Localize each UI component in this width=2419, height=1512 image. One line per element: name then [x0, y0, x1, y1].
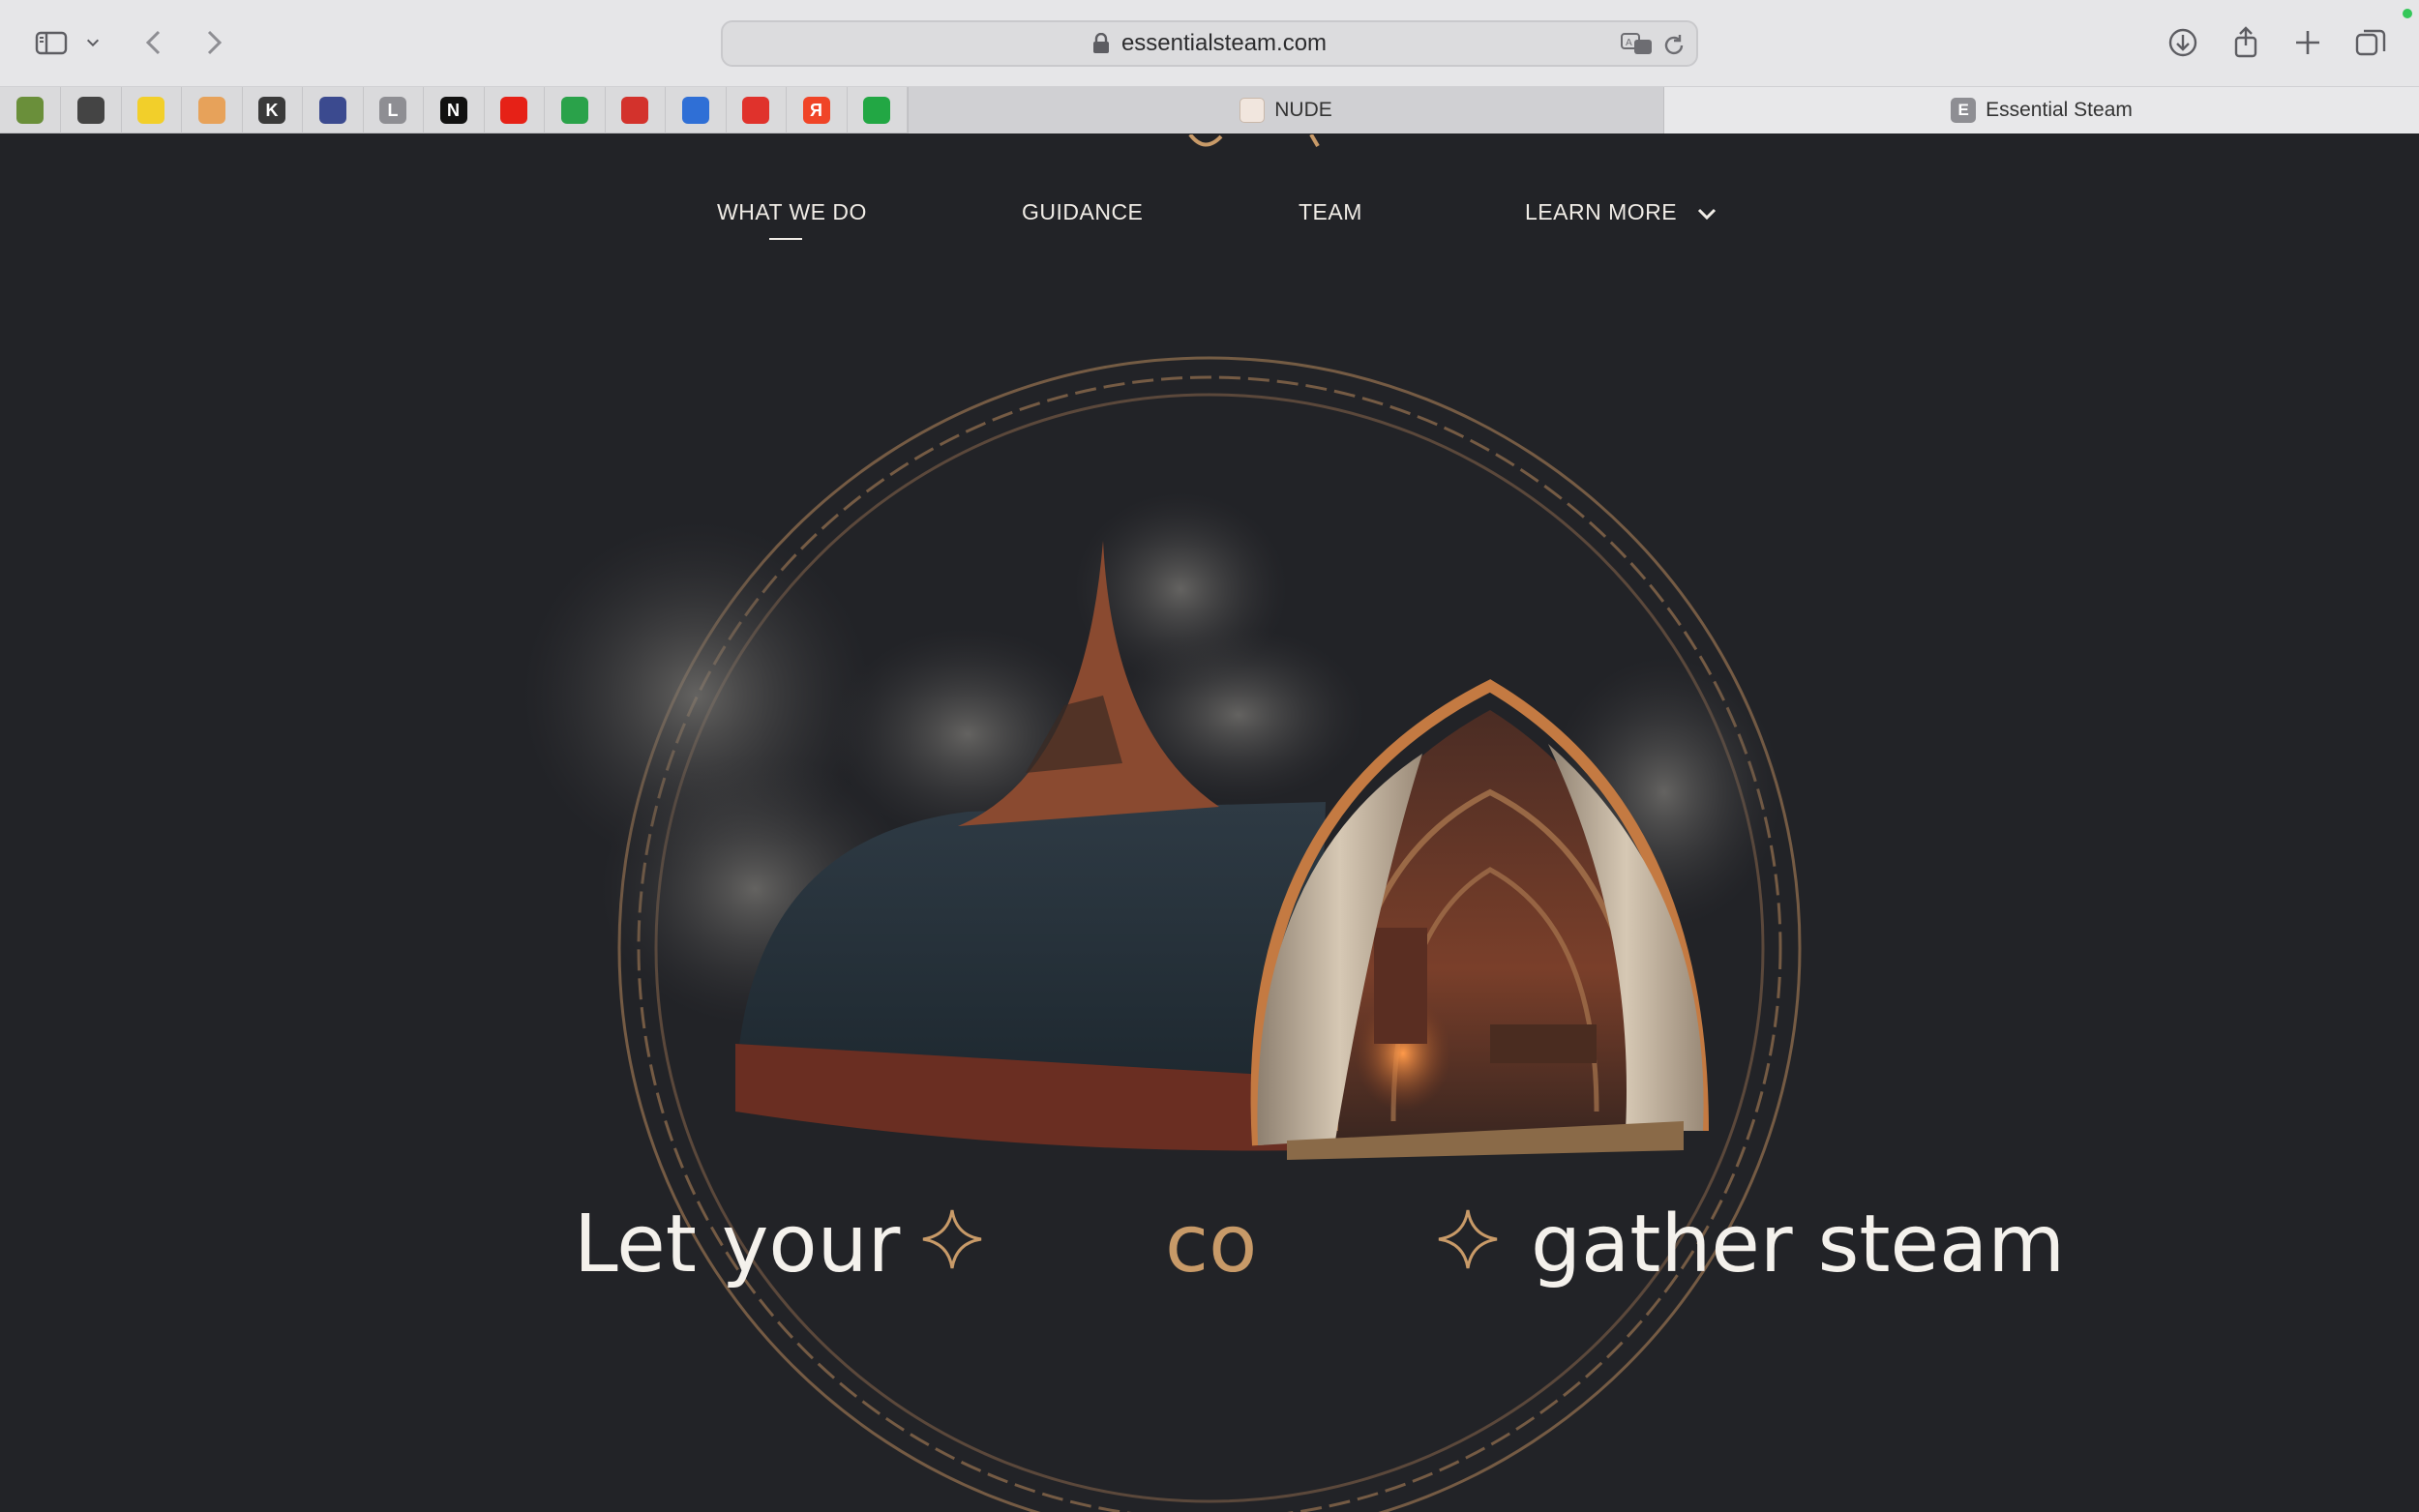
- tab-overview-icon[interactable]: [2351, 23, 2390, 62]
- sidebar-toggle-icon[interactable]: [32, 23, 71, 62]
- share-icon[interactable]: [2226, 23, 2265, 62]
- nav-guidance[interactable]: GUIDANCE: [1022, 199, 1143, 225]
- favorite-icon: [197, 97, 225, 124]
- favorite-12[interactable]: [666, 87, 727, 133]
- tab-title: Essential Steam: [1986, 99, 2133, 121]
- favorite-icon: Я: [802, 97, 830, 124]
- favorite-icon: N: [439, 97, 467, 124]
- url-text: essentialsteam.com: [1120, 30, 1328, 56]
- favorite-4[interactable]: [182, 87, 243, 133]
- favorite-icon: [560, 97, 588, 124]
- svg-text:A: A: [1626, 38, 1632, 48]
- lock-icon: [1092, 33, 1109, 53]
- headline-start: Let your: [574, 1199, 901, 1290]
- favorite-11[interactable]: [605, 87, 666, 133]
- tab-title: NUDE: [1274, 99, 1332, 121]
- favorite-3[interactable]: [121, 87, 182, 133]
- favorite-icon: [742, 97, 769, 124]
- reload-icon[interactable]: [1661, 33, 1687, 58]
- address-bar[interactable]: essentialsteam.com A: [721, 20, 1698, 67]
- status-dot: [2403, 9, 2412, 18]
- favorite-icon: [16, 97, 44, 124]
- favorite-14[interactable]: Я: [787, 87, 848, 133]
- favorite-9[interactable]: [484, 87, 545, 133]
- favorite-icon: [76, 97, 105, 124]
- tab-essential-steam[interactable]: E Essential Steam: [1664, 87, 2419, 133]
- favorite-8[interactable]: N: [424, 87, 485, 133]
- favorite-5[interactable]: K: [242, 87, 303, 133]
- download-icon[interactable]: [2164, 23, 2202, 62]
- favorite-icon: K: [258, 97, 285, 124]
- favorite-icon: [621, 97, 648, 124]
- nav-team[interactable]: TEAM: [1299, 199, 1362, 225]
- tab-nude[interactable]: NUDE: [908, 87, 1664, 133]
- translate-icon[interactable]: A: [1621, 32, 1654, 57]
- nav-what-we-do[interactable]: WHAT WE DO: [717, 199, 867, 225]
- logo-fragment: [1188, 134, 1320, 148]
- main-nav: WHAT WE DO GUIDANCE TEAM LEARN MORE: [0, 199, 2419, 238]
- page-icon: [1239, 98, 1266, 123]
- favorite-2[interactable]: [61, 87, 122, 133]
- favorite-icon: [500, 97, 527, 124]
- headline-end: gather steam: [1531, 1199, 2066, 1290]
- favorite-icon: L: [379, 97, 406, 124]
- favorite-icon: [863, 97, 890, 124]
- tab-bar: K L N Я NUDE E Essential Steam: [0, 87, 2419, 133]
- forward-icon[interactable]: [194, 23, 232, 62]
- hero-headline: Let your co gather steam: [0, 1199, 2419, 1315]
- browser-toolbar: essentialsteam.com A: [0, 0, 2419, 87]
- chevron-down-icon: [1697, 208, 1717, 221]
- new-tab-icon[interactable]: [2288, 23, 2327, 62]
- favorite-7[interactable]: L: [363, 87, 424, 133]
- headline-accent: co: [1165, 1199, 1258, 1290]
- tab-favicon: E: [1951, 98, 1977, 123]
- back-icon[interactable]: [135, 23, 174, 62]
- web-page: WHAT WE DO GUIDANCE TEAM LEARN MORE Let …: [0, 134, 2419, 1512]
- sparkle-icon: [922, 1209, 982, 1269]
- chevron-down-icon[interactable]: [79, 23, 106, 62]
- nav-learn-more[interactable]: LEARN MORE: [1525, 199, 1717, 225]
- sparkle-icon: [1438, 1209, 1498, 1269]
- favorite-icon: [137, 97, 164, 124]
- favorite-13[interactable]: [726, 87, 787, 133]
- nav-learn-more-label: LEARN MORE: [1525, 199, 1678, 224]
- favorite-icon: [318, 97, 346, 124]
- nav-active-indicator: [769, 238, 802, 240]
- favorite-6[interactable]: [303, 87, 364, 133]
- favorite-1[interactable]: [0, 87, 61, 133]
- favorite-10[interactable]: [545, 87, 606, 133]
- favorite-15[interactable]: [847, 87, 908, 133]
- favorite-icon: [681, 97, 709, 124]
